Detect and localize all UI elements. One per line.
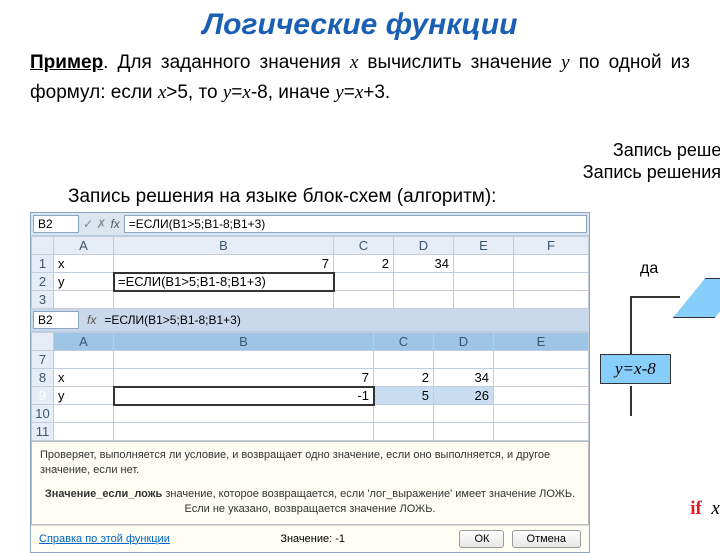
note-line-2: Запись решения на языке	[583, 162, 720, 183]
yes-label: да	[640, 260, 658, 278]
slide-title: Логические функции	[0, 0, 720, 42]
example-paragraph: Пример. Для заданного значения x вычисли…	[0, 42, 720, 109]
result-label: Значение:	[280, 533, 332, 545]
name-box-1: B2	[33, 215, 79, 233]
fx-icon: ✓ ✗	[83, 217, 106, 231]
table-row: 7	[32, 351, 589, 369]
tooltip-bold: Значение_если_ложь	[45, 488, 162, 500]
fx-label-2: fx	[87, 313, 96, 327]
decision-node	[673, 278, 720, 318]
formula-bar-1: B2 ✓ ✗ fx =ЕСЛИ(B1>5;B1-8;B1+3)	[31, 213, 589, 236]
code-fragment: if x>5	[690, 498, 720, 520]
table-row: 8 x 7 2 34	[32, 369, 589, 387]
table-row: 3	[32, 291, 589, 309]
formula-bar-2: B2 fx =ЕСЛИ(B1>5;B1-8;B1+3)	[31, 309, 589, 332]
flowchart-fragment: да y=x-8	[590, 260, 720, 460]
grid-1: A B C D E F 1 x 7 2 34 2 y =ЕСЛИ(B1>5;B1…	[31, 236, 589, 309]
result-value: -1	[335, 533, 345, 545]
help-link[interactable]: Справка по этой функции	[39, 533, 170, 545]
grid-2: A B C D E 7 8 x 7 2 34 9 y -1 5 26 10 11	[31, 332, 589, 441]
table-row: 2 y =ЕСЛИ(B1>5;B1-8;B1+3)	[32, 273, 589, 291]
table-row: 11	[32, 423, 589, 441]
table-row: 1 x 7 2 34	[32, 255, 589, 273]
formula-input-2: =ЕСЛИ(B1>5;B1-8;B1+3)	[100, 312, 587, 328]
function-description: Проверяет, выполняется ли условие, и воз…	[31, 441, 589, 525]
if-keyword: if	[690, 498, 702, 519]
table-row: 9 y -1 5 26	[32, 387, 589, 405]
note-line-1: Запись решения в эле	[613, 138, 720, 163]
name-box-2: B2	[33, 311, 79, 329]
formula-input-1: =ЕСЛИ(B1>5;B1-8;B1+3)	[124, 215, 587, 233]
example-label: Пример	[30, 52, 103, 73]
tooltip-line1: Проверяет, выполняется ли условие, и воз…	[40, 448, 580, 479]
fx-label: fx	[110, 217, 119, 231]
spreadsheet-screenshot: B2 ✓ ✗ fx =ЕСЛИ(B1>5;B1-8;B1+3) A B C D …	[30, 212, 590, 553]
cancel-button[interactable]: Отмена	[512, 530, 581, 548]
table-row: 10	[32, 405, 589, 423]
tooltip-line2: значение, которое возвращается, если 'ло…	[162, 488, 575, 515]
tooltip-footer: Справка по этой функции Значение: -1 ОК …	[31, 525, 589, 552]
algorithm-caption: Запись решения на языке блок-схем (алгор…	[68, 186, 496, 208]
ok-button[interactable]: ОК	[459, 530, 504, 548]
process-box: y=x-8	[600, 354, 671, 384]
